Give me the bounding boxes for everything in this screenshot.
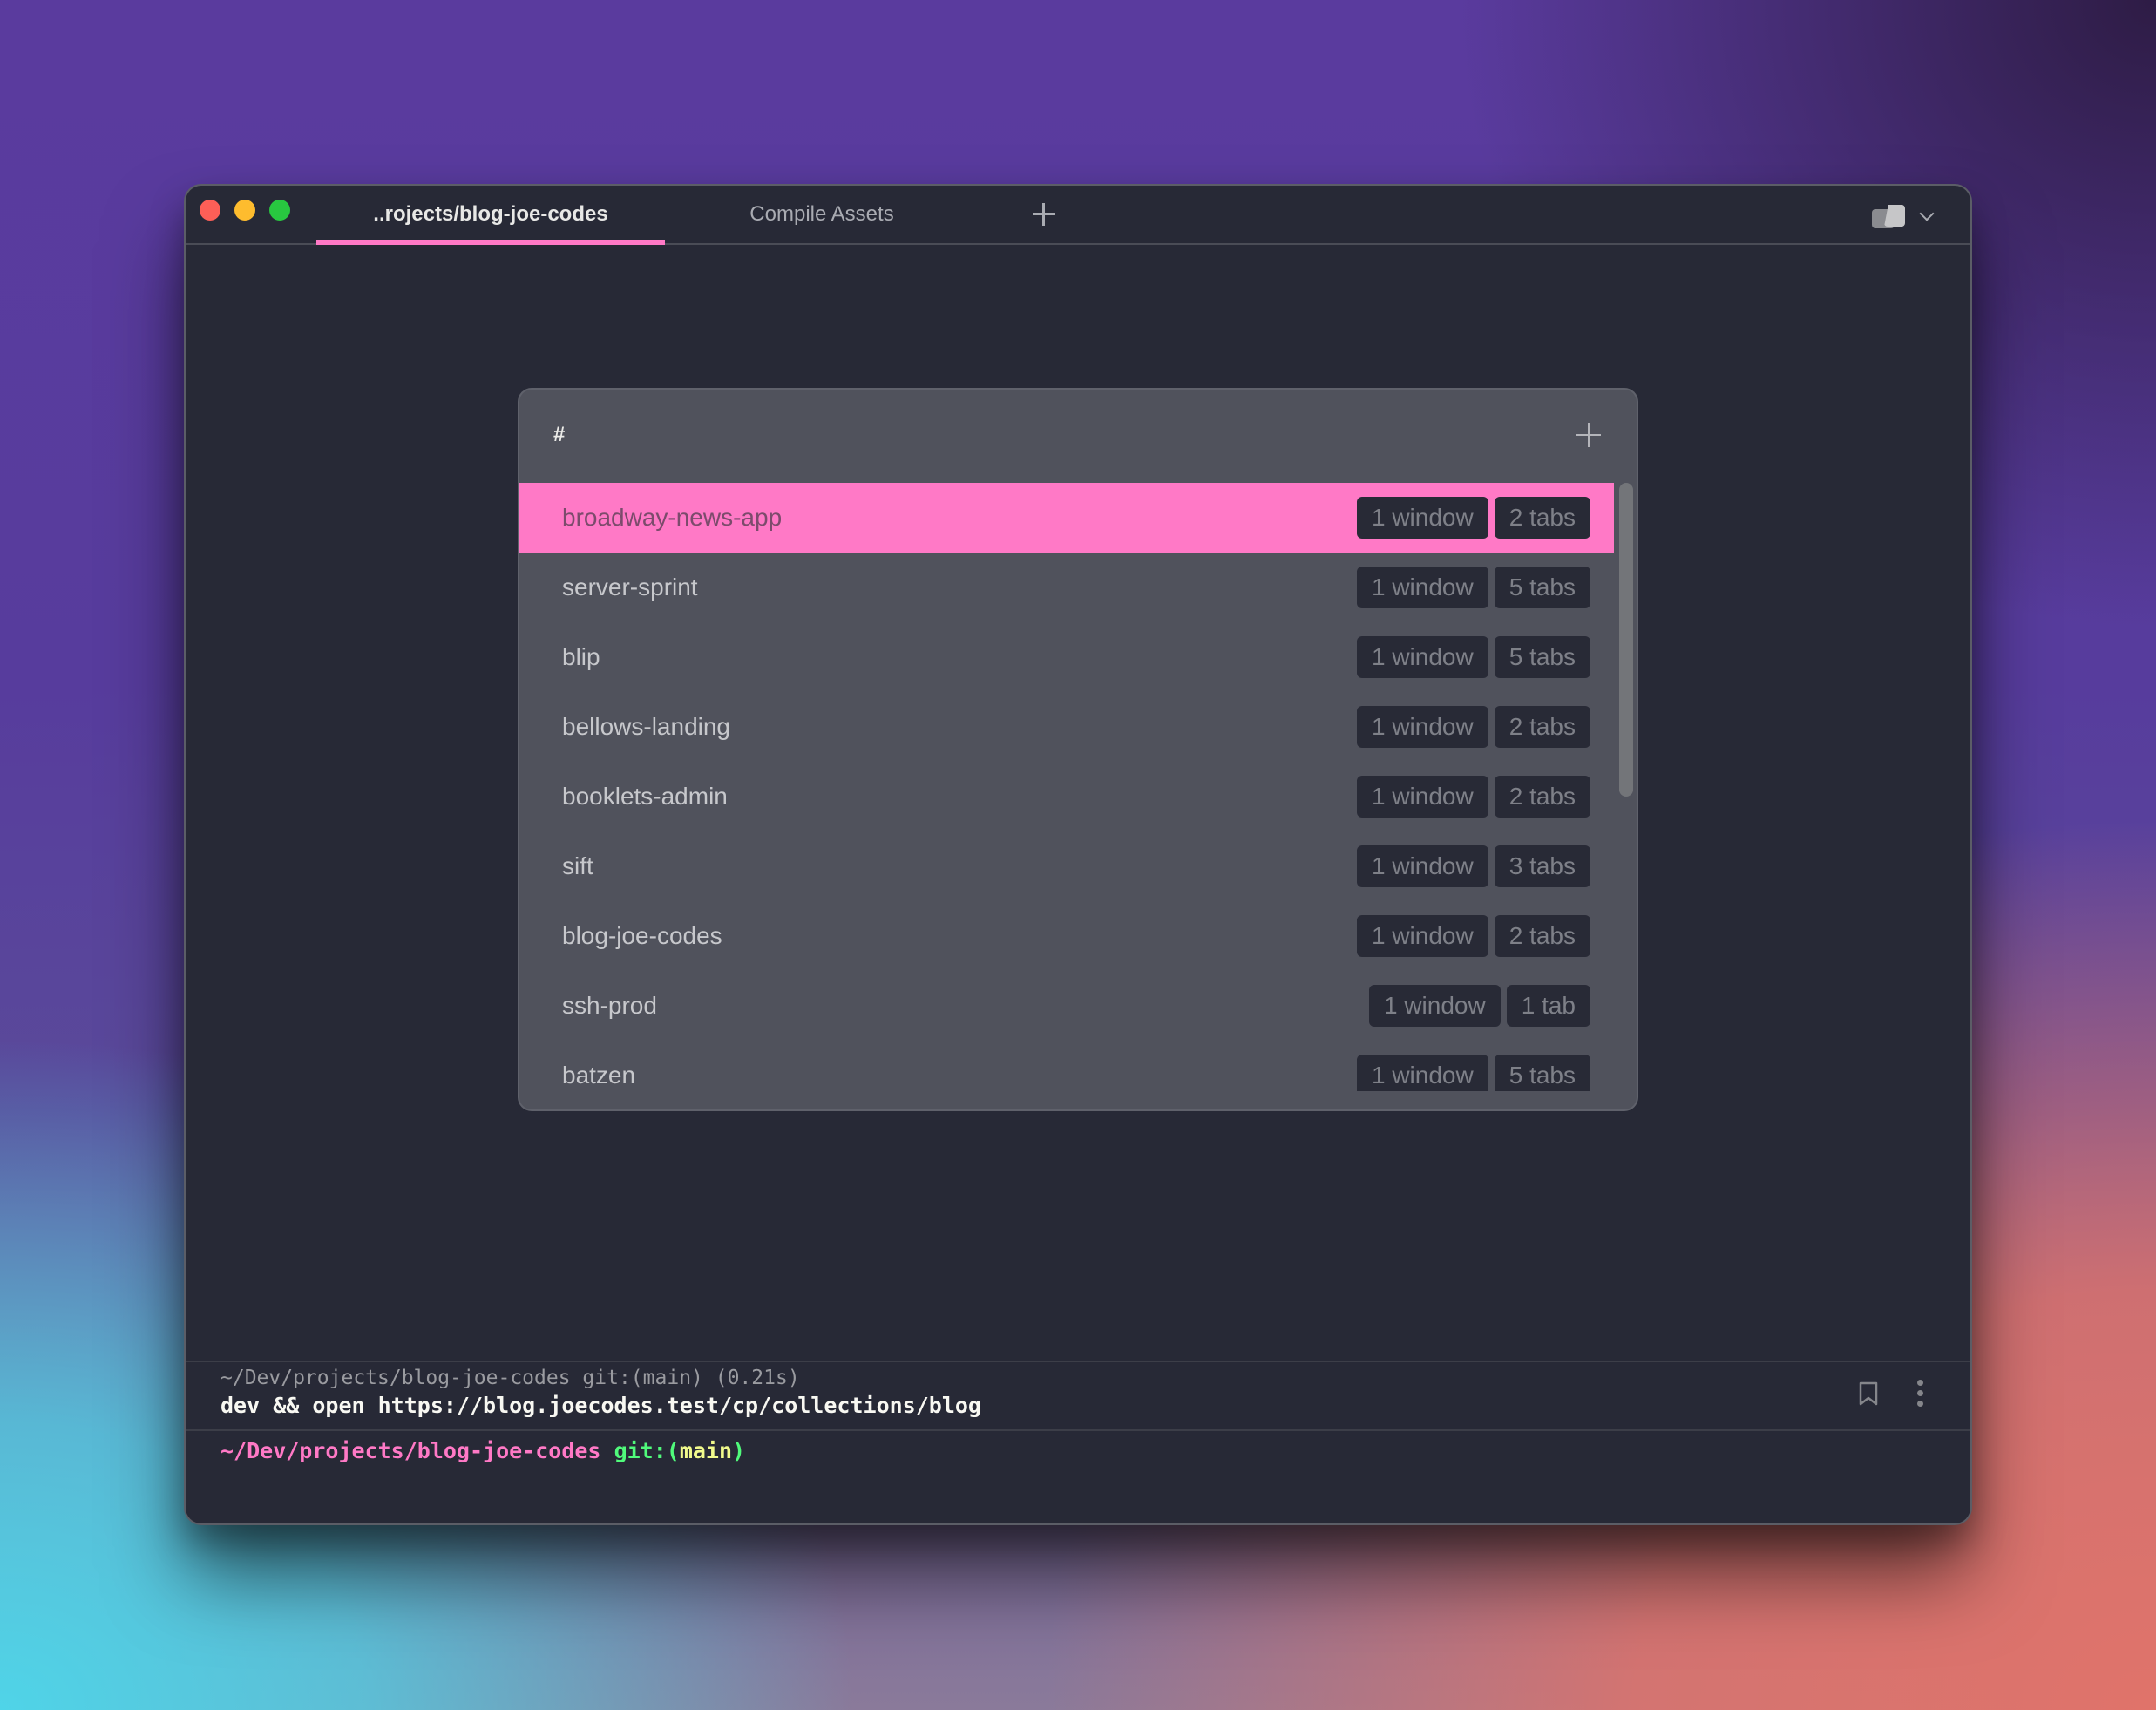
active-tab-indicator [316, 240, 665, 245]
more-options-icon[interactable] [1915, 1380, 1924, 1408]
tab-count-badge: 5 tabs [1494, 1055, 1590, 1091]
minimize-window-button[interactable] [234, 200, 255, 221]
window-count-badge: 1 window [1368, 985, 1501, 1027]
close-window-button[interactable] [200, 200, 220, 221]
palette-item[interactable]: server-sprint 1 window 5 tabs [519, 553, 1614, 622]
terminal-window: ..rojects/blog-joe-codes Compile Assets … [186, 186, 1970, 1523]
palette-item-badges: 1 window 5 tabs [1356, 636, 1590, 678]
tab-count-badge: 5 tabs [1494, 567, 1590, 608]
palette-item-name: ssh-prod [562, 992, 657, 1019]
window-count-badge: 1 window [1356, 497, 1488, 539]
palette-item-badges: 1 window 5 tabs [1356, 567, 1590, 608]
new-tab-plus-icon[interactable] [1031, 201, 1057, 227]
tab-count-badge: 1 tab [1506, 985, 1590, 1027]
bookmark-icon[interactable] [1859, 1381, 1878, 1406]
palette-item-name: booklets-admin [562, 783, 728, 810]
tab-count-badge: 2 tabs [1494, 915, 1590, 957]
palette-item-name: blog-joe-codes [562, 922, 722, 949]
palette-item[interactable]: sift 1 window 3 tabs [519, 831, 1614, 901]
tab-bar: ..rojects/blog-joe-codes Compile Assets [186, 186, 1970, 245]
split-panes-icon-front [1884, 205, 1905, 227]
window-count-badge: 1 window [1356, 776, 1488, 818]
palette-item-name: batzen [562, 1062, 636, 1089]
palette-item[interactable]: ssh-prod 1 window 1 tab [519, 971, 1614, 1041]
window-count-badge: 1 window [1356, 1055, 1488, 1091]
palette-scrollbar[interactable] [1619, 483, 1633, 797]
prompt-git-suffix: ) [732, 1438, 746, 1463]
tab-compile-assets[interactable]: Compile Assets [691, 186, 953, 243]
chevron-down-icon [1919, 206, 1935, 221]
prompt-branch: main [679, 1438, 733, 1463]
palette-item-name: server-sprint [562, 573, 698, 601]
tab-count-badge: 3 tabs [1494, 845, 1590, 887]
tab-count-badge: 2 tabs [1494, 706, 1590, 748]
palette-item[interactable]: batzen 1 window 5 tabs [519, 1041, 1614, 1091]
palette-item[interactable]: blip 1 window 5 tabs [519, 622, 1614, 692]
palette-search-input[interactable]: # [519, 390, 1637, 483]
window-count-badge: 1 window [1356, 845, 1488, 887]
palette-query: # [553, 423, 566, 446]
tab-count-badge: 5 tabs [1494, 636, 1590, 678]
palette-item-name: broadway-news-app [562, 504, 783, 531]
launch-configuration-palette: # broadway-news-app 1 window 2 tabs server-… [519, 390, 1637, 1109]
tab-label: ..rojects/blog-joe-codes [373, 202, 608, 226]
tab-blog-joe-codes[interactable]: ..rojects/blog-joe-codes [316, 186, 665, 245]
terminal-command-block[interactable]: ~/Dev/projects/blog-joe-codes git:(main)… [186, 1361, 1970, 1431]
palette-item[interactable]: blog-joe-codes 1 window 2 tabs [519, 901, 1614, 971]
prompt-git-prefix: git:( [614, 1438, 680, 1463]
tab-label: Compile Assets [749, 202, 894, 226]
palette-item-badges: 1 window 2 tabs [1356, 915, 1590, 957]
palette-item-badges: 1 window 2 tabs [1356, 497, 1590, 539]
window-count-badge: 1 window [1356, 706, 1488, 748]
tab-count-badge: 2 tabs [1494, 776, 1590, 818]
palette-item[interactable]: booklets-admin 1 window 2 tabs [519, 762, 1614, 831]
zoom-window-button[interactable] [269, 200, 290, 221]
palette-item-badges: 1 window 3 tabs [1356, 845, 1590, 887]
palette-item-name: blip [562, 643, 600, 670]
palette-item-name: sift [562, 852, 593, 879]
palette-results-list: broadway-news-app 1 window 2 tabs server-sp… [519, 483, 1614, 1091]
command-text: dev && open https://blog.joecodes.test/c… [220, 1393, 981, 1418]
terminal-prompt[interactable]: ~/Dev/projects/blog-joe-codes git:(main) [220, 1438, 745, 1463]
prompt-path: ~/Dev/projects/blog-joe-codes [220, 1438, 601, 1463]
palette-item-badges: 1 window 2 tabs [1356, 706, 1590, 748]
palette-item-name: bellows-landing [562, 713, 731, 740]
palette-item-badges: 1 window 1 tab [1368, 985, 1590, 1027]
palette-item-badges: 1 window 2 tabs [1356, 776, 1590, 818]
split-panes-menu-button[interactable] [1872, 203, 1942, 229]
add-configuration-plus-icon[interactable] [1576, 422, 1602, 448]
window-count-badge: 1 window [1356, 567, 1488, 608]
tab-count-badge: 2 tabs [1494, 497, 1590, 539]
palette-item[interactable]: bellows-landing 1 window 2 tabs [519, 692, 1614, 762]
palette-item[interactable]: broadway-news-app 1 window 2 tabs [519, 483, 1614, 553]
command-meta: ~/Dev/projects/blog-joe-codes git:(main)… [220, 1367, 800, 1389]
window-count-badge: 1 window [1356, 636, 1488, 678]
window-count-badge: 1 window [1356, 915, 1488, 957]
palette-item-badges: 1 window 5 tabs [1356, 1055, 1590, 1091]
